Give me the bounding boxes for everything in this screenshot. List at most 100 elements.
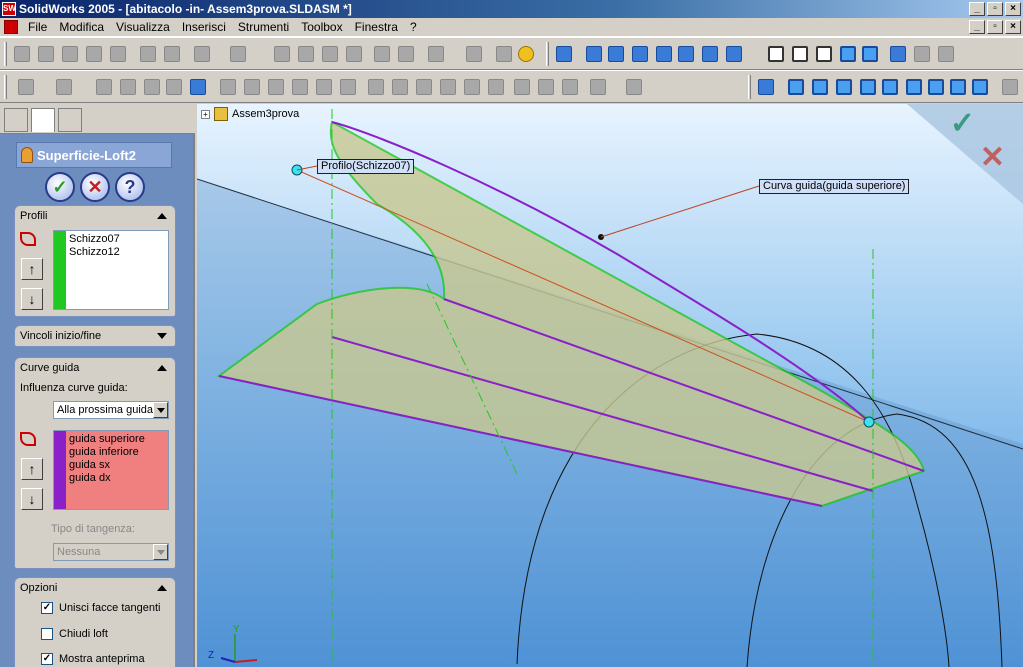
surface-loft-icon[interactable] bbox=[440, 79, 456, 95]
influence-select[interactable]: Alla prossima guida bbox=[53, 401, 169, 419]
list-item[interactable]: guida superiore bbox=[69, 433, 145, 446]
profiles-list[interactable]: Schizzo07 Schizzo12 bbox=[53, 230, 169, 310]
redo-icon[interactable] bbox=[230, 46, 246, 62]
show-preview-checkbox[interactable]: ✓ bbox=[41, 653, 53, 665]
shell-icon[interactable] bbox=[190, 79, 206, 95]
flex-icon[interactable] bbox=[316, 79, 332, 95]
tree-root[interactable]: + Assem3prova bbox=[201, 107, 299, 121]
dimetric-view-icon[interactable] bbox=[972, 79, 988, 95]
close-button[interactable]: × bbox=[1005, 2, 1021, 16]
move-up-button[interactable]: ↑ bbox=[21, 458, 43, 480]
deform-icon[interactable] bbox=[340, 79, 356, 95]
tree-root-label[interactable]: Assem3prova bbox=[232, 108, 299, 120]
print-icon[interactable] bbox=[86, 46, 102, 62]
featuremanager-tab[interactable] bbox=[4, 108, 28, 132]
toolbar-grip[interactable] bbox=[4, 42, 7, 66]
perspective-icon[interactable] bbox=[914, 46, 930, 62]
options-header[interactable]: Opzioni bbox=[15, 578, 175, 598]
move-down-button[interactable]: ↓ bbox=[21, 488, 43, 510]
properties-icon[interactable] bbox=[496, 46, 512, 62]
guide-callout[interactable]: Curva guida(guida superiore) bbox=[759, 179, 910, 194]
grid-icon[interactable] bbox=[374, 46, 390, 62]
surface-extrude-icon[interactable] bbox=[368, 79, 384, 95]
zoom-fit-icon[interactable] bbox=[586, 46, 602, 62]
collapse-icon[interactable] bbox=[157, 585, 167, 591]
chamfer-icon[interactable] bbox=[166, 79, 182, 95]
guide-curves-header[interactable]: Curve guida bbox=[15, 358, 175, 378]
confirm-check-icon[interactable]: ✓ bbox=[950, 106, 975, 141]
hidden-lines-visible-icon[interactable] bbox=[792, 46, 808, 62]
tangency-select[interactable]: Nessuna bbox=[53, 543, 169, 561]
back-view-icon[interactable] bbox=[812, 79, 828, 95]
doc-close-button[interactable]: × bbox=[1005, 20, 1021, 34]
normal-to-icon[interactable] bbox=[758, 79, 774, 95]
shaded-icon[interactable] bbox=[862, 46, 878, 62]
zoom-selection-icon[interactable] bbox=[656, 46, 672, 62]
surface-offset-icon[interactable] bbox=[464, 79, 480, 95]
cut-icon[interactable] bbox=[140, 46, 156, 62]
loft-icon[interactable] bbox=[120, 79, 136, 95]
bottom-view-icon[interactable] bbox=[906, 79, 922, 95]
reference-geometry-icon[interactable] bbox=[590, 79, 606, 95]
select-icon[interactable] bbox=[274, 46, 290, 62]
profiles-header[interactable]: Profili bbox=[15, 206, 175, 226]
ok-button[interactable]: ✓ bbox=[45, 172, 75, 202]
revolve-icon[interactable] bbox=[56, 79, 72, 95]
circular-pattern-icon[interactable] bbox=[538, 79, 554, 95]
minimize-button[interactable]: _ bbox=[969, 2, 985, 16]
expand-icon[interactable] bbox=[157, 333, 167, 339]
left-view-icon[interactable] bbox=[836, 79, 852, 95]
list-item[interactable]: Schizzo07 bbox=[69, 233, 120, 246]
rotate-view-icon[interactable] bbox=[678, 46, 694, 62]
menu-finestra[interactable]: Finestra bbox=[349, 18, 404, 37]
menu-help[interactable]: ? bbox=[404, 18, 423, 37]
select-filter-icon[interactable] bbox=[298, 46, 314, 62]
surface-revolve-icon[interactable] bbox=[392, 79, 408, 95]
draft-icon[interactable] bbox=[244, 79, 260, 95]
right-view-icon[interactable] bbox=[860, 79, 876, 95]
doc-minimize-button[interactable]: _ bbox=[969, 20, 985, 34]
trimetric-view-icon[interactable] bbox=[950, 79, 966, 95]
front-view-icon[interactable] bbox=[788, 79, 804, 95]
menu-inserisci[interactable]: Inserisci bbox=[176, 18, 232, 37]
shaded-edges-icon[interactable] bbox=[840, 46, 856, 62]
chevron-down-icon[interactable] bbox=[153, 402, 168, 418]
cancel-button[interactable]: ✕ bbox=[80, 172, 110, 202]
menu-file[interactable]: File bbox=[22, 18, 53, 37]
pan-icon[interactable] bbox=[702, 46, 718, 62]
print-preview-icon[interactable] bbox=[110, 46, 126, 62]
view-orientation-icon[interactable] bbox=[726, 46, 742, 62]
isometric-view-icon[interactable] bbox=[928, 79, 944, 95]
sweep-icon[interactable] bbox=[96, 79, 112, 95]
options-icon[interactable] bbox=[428, 46, 444, 62]
expand-icon[interactable]: + bbox=[201, 109, 210, 119]
profile-callout[interactable]: Profilo(Schizzo07) bbox=[317, 159, 415, 174]
help-button[interactable]: ? bbox=[115, 172, 145, 202]
document-icon[interactable] bbox=[4, 20, 18, 34]
zoom-area-icon[interactable] bbox=[608, 46, 624, 62]
tools-icon[interactable] bbox=[466, 46, 482, 62]
propertymanager-tab[interactable] bbox=[31, 108, 55, 132]
open-icon[interactable] bbox=[38, 46, 54, 62]
collapse-icon[interactable] bbox=[157, 213, 167, 219]
curves-icon[interactable] bbox=[626, 79, 642, 95]
move-up-button[interactable]: ↑ bbox=[21, 258, 43, 280]
list-item[interactable]: guida dx bbox=[69, 472, 145, 485]
surface-knit-icon[interactable] bbox=[488, 79, 504, 95]
merge-tangent-faces-checkbox[interactable]: ✓ bbox=[41, 602, 53, 614]
previous-view-icon[interactable] bbox=[556, 46, 572, 62]
hole-icon[interactable] bbox=[268, 79, 284, 95]
profile-point[interactable] bbox=[863, 416, 875, 428]
rebuild-icon[interactable] bbox=[346, 46, 362, 62]
linear-pattern-icon[interactable] bbox=[514, 79, 530, 95]
move-down-button[interactable]: ↓ bbox=[21, 288, 43, 310]
menu-modifica[interactable]: Modifica bbox=[53, 18, 110, 37]
doc-restore-button[interactable]: ▫ bbox=[987, 20, 1003, 34]
menu-strumenti[interactable]: Strumenti bbox=[232, 18, 295, 37]
list-item[interactable]: guida inferiore bbox=[69, 446, 145, 459]
cancel-x-icon[interactable]: ✕ bbox=[980, 140, 1005, 175]
menu-visualizza[interactable]: Visualizza bbox=[110, 18, 176, 37]
fillet-icon[interactable] bbox=[144, 79, 160, 95]
rib-icon[interactable] bbox=[220, 79, 236, 95]
measure-icon[interactable] bbox=[1002, 79, 1018, 95]
